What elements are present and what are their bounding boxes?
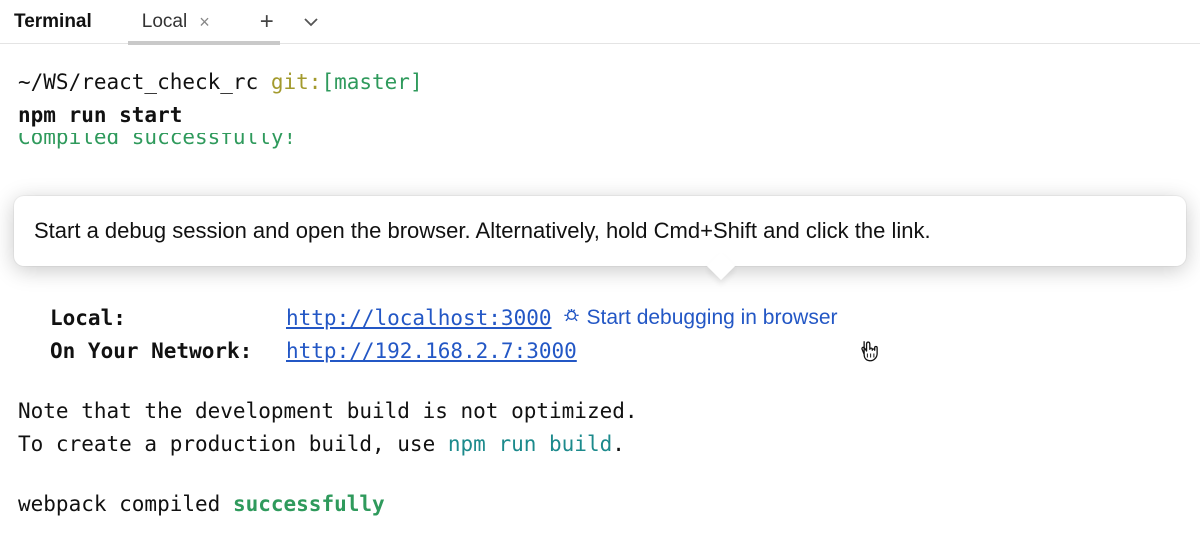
terminal-output[interactable]: ~/WS/react_check_rc git:[master] npm run… bbox=[0, 44, 1200, 159]
close-tab-icon[interactable]: × bbox=[195, 13, 214, 31]
debug-tooltip: Start a debug session and open the brows… bbox=[14, 196, 1186, 266]
tab-dropdown-button[interactable] bbox=[298, 9, 324, 35]
network-url-row: On Your Network: http://192.168.2.7:3000 bbox=[18, 335, 1182, 368]
compiled-line-partial: Compiled successfully! bbox=[18, 133, 1182, 149]
network-url-link[interactable]: http://192.168.2.7:3000 bbox=[286, 335, 577, 368]
git-branch: [master] bbox=[321, 70, 422, 94]
new-tab-button[interactable]: + bbox=[254, 9, 280, 35]
note-line-2: To create a production build, use npm ru… bbox=[18, 428, 1182, 461]
local-url-link[interactable]: http://localhost:3000 bbox=[286, 302, 552, 335]
cwd-path: ~/WS/react_check_rc bbox=[18, 70, 258, 94]
tab-label: Local bbox=[142, 11, 187, 33]
build-command: npm run build bbox=[448, 432, 612, 456]
chevron-down-icon bbox=[303, 14, 319, 30]
git-label: git: bbox=[271, 70, 322, 94]
start-debugging-link[interactable]: Start debugging in browser bbox=[562, 302, 838, 335]
cursor-pointer-icon bbox=[856, 338, 882, 369]
row-label: Local: bbox=[50, 302, 286, 335]
webpack-status: successfully bbox=[233, 492, 385, 516]
panel-title: Terminal bbox=[12, 11, 96, 33]
debug-link-label: Start debugging in browser bbox=[587, 302, 838, 335]
command-line: npm run start bbox=[18, 99, 1182, 132]
note-line-1: Note that the development build is not o… bbox=[18, 395, 1182, 428]
terminal-output-lower: Local: http://localhost:3000 Start debug… bbox=[18, 302, 1182, 521]
tooltip-text: Start a debug session and open the brows… bbox=[34, 218, 931, 243]
prompt-line: ~/WS/react_check_rc git:[master] bbox=[18, 66, 1182, 99]
terminal-header: Terminal Local × + bbox=[0, 0, 1200, 44]
local-url-row: Local: http://localhost:3000 Start debug… bbox=[18, 302, 1182, 335]
webpack-status-line: webpack compiled successfully bbox=[18, 488, 1182, 521]
row-label: On Your Network: bbox=[50, 335, 286, 368]
terminal-tab-local[interactable]: Local × bbox=[136, 0, 220, 44]
bug-icon bbox=[562, 302, 581, 335]
